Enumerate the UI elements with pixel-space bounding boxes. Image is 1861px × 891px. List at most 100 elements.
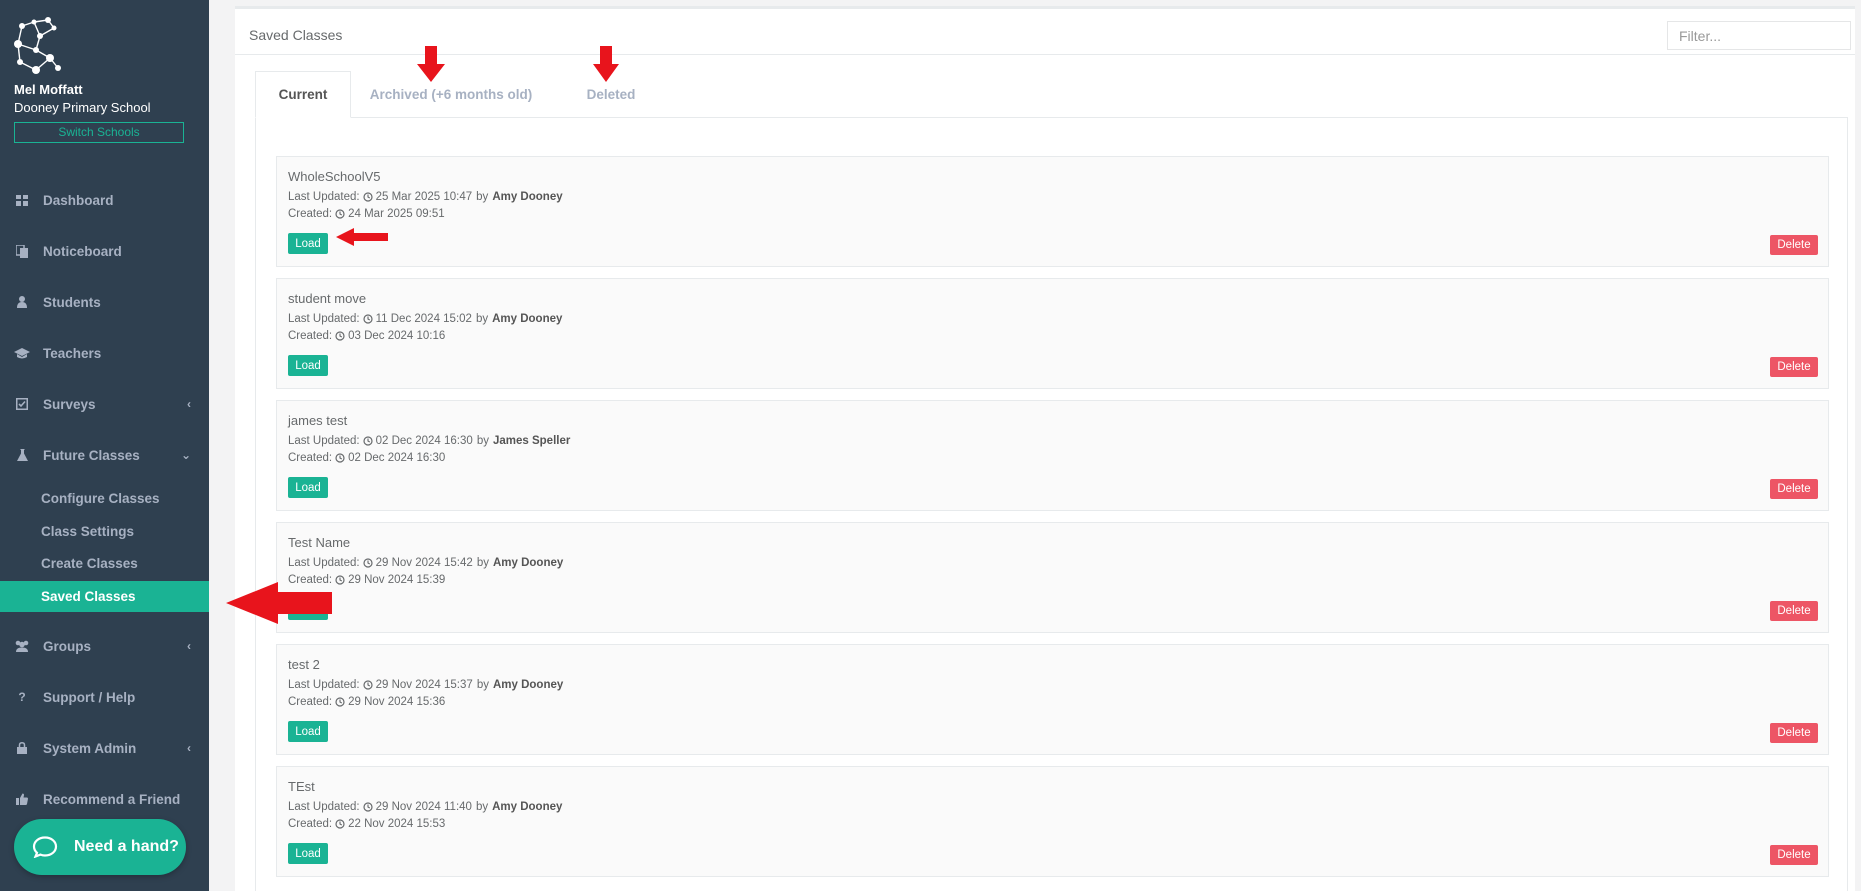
delete-button[interactable]: Delete xyxy=(1770,479,1818,499)
nav-groups[interactable]: Groups ‹ xyxy=(0,626,209,666)
tab-archived[interactable]: Archived (+6 months old) xyxy=(351,71,551,118)
delete-button[interactable]: Delete xyxy=(1770,235,1818,255)
clock-icon xyxy=(363,192,373,202)
clock-icon xyxy=(335,453,345,463)
chevron-left-icon: ‹ xyxy=(187,741,191,755)
clock-icon xyxy=(335,697,345,707)
created-value: 22 Nov 2024 15:53 xyxy=(348,818,446,830)
logo-icon xyxy=(14,17,61,74)
thumbs-up-icon xyxy=(12,793,32,805)
question-icon: ? xyxy=(18,690,26,704)
users-icon xyxy=(12,640,32,652)
nav-surveys[interactable]: Surveys ‹ xyxy=(0,384,209,424)
saved-class-name: student move xyxy=(288,291,367,306)
nav-label: Future Classes xyxy=(43,447,140,463)
chevron-left-icon: ‹ xyxy=(187,397,191,411)
annotation-arrow-left-icon xyxy=(336,228,388,246)
last-updated-line: Last Updated: 25 Mar 2025 10:47 by Amy Doon… xyxy=(288,191,563,203)
saved-class-name: test 2 xyxy=(288,657,320,672)
created-value: 03 Dec 2024 10:16 xyxy=(348,330,446,342)
load-button[interactable]: Load xyxy=(288,355,328,376)
saved-classes-list: WholeSchoolV5 Last Updated: 25 Mar 2025 10… xyxy=(255,118,1848,891)
nav-dashboard[interactable]: Dashboard xyxy=(0,180,209,220)
sidebar: Mel Moffatt Dooney Primary School Switch… xyxy=(0,0,209,891)
switch-schools-button[interactable]: Switch Schools xyxy=(14,122,184,143)
user-icon xyxy=(12,296,32,308)
dashboard-icon xyxy=(12,194,32,206)
tab-current[interactable]: Current xyxy=(255,71,351,118)
saved-class-name: WholeSchoolV5 xyxy=(288,169,381,184)
subnav-create-classes[interactable]: Create Classes xyxy=(0,548,209,579)
subnav-configure-classes[interactable]: Configure Classes xyxy=(0,483,209,514)
last-updated-label: Last Updated: xyxy=(288,679,360,691)
created-line: Created: 03 Dec 2024 10:16 xyxy=(288,330,445,342)
created-line: Created: 02 Dec 2024 16:30 xyxy=(288,452,445,464)
created-value: 29 Nov 2024 15:36 xyxy=(348,696,446,708)
subnav-class-settings[interactable]: Class Settings xyxy=(0,516,209,547)
last-updated-value: 29 Nov 2024 11:40 xyxy=(375,801,472,813)
nav-support-help[interactable]: ? Support / Help xyxy=(0,677,209,717)
nav-future-classes[interactable]: Future Classes ⌄ xyxy=(0,435,209,475)
annotation-arrow-down-icon xyxy=(417,46,445,82)
page-title: Saved Classes xyxy=(249,27,343,43)
saved-class-card: TEst Last Updated: 29 Nov 2024 11:40 by Amy … xyxy=(276,766,1829,877)
graduation-cap-icon xyxy=(12,347,32,359)
subnav-saved-classes[interactable]: Saved Classes xyxy=(0,581,209,612)
nav-label: Surveys xyxy=(43,396,96,412)
nav-label: System Admin xyxy=(43,740,137,756)
last-updated-value: 11 Dec 2024 15:02 xyxy=(375,313,472,325)
last-updated-label: Last Updated: xyxy=(288,801,360,813)
nav-system-admin[interactable]: System Admin ‹ xyxy=(0,728,209,768)
delete-button[interactable]: Delete xyxy=(1770,601,1818,621)
nav-noticeboard[interactable]: Noticeboard xyxy=(0,231,209,271)
chat-bubble-icon xyxy=(32,836,58,858)
updated-by-name: Amy Dooney xyxy=(492,313,563,325)
last-updated-label: Last Updated: xyxy=(288,313,360,325)
load-button[interactable]: Load xyxy=(288,721,328,742)
clock-icon xyxy=(335,575,345,585)
chevron-left-icon: ‹ xyxy=(187,639,191,653)
nav-students[interactable]: Students xyxy=(0,282,209,322)
noticeboard-icon xyxy=(12,244,32,258)
nav-recommend-a-friend[interactable]: Recommend a Friend xyxy=(0,779,209,819)
delete-button[interactable]: Delete xyxy=(1770,845,1818,865)
panel-header: Saved Classes xyxy=(235,9,1855,55)
by-label: by xyxy=(476,435,489,447)
created-value: 29 Nov 2024 15:39 xyxy=(348,574,446,586)
created-line: Created: 29 Nov 2024 15:36 xyxy=(288,696,445,708)
last-updated-line: Last Updated: 29 Nov 2024 15:42 by Amy Doon… xyxy=(288,557,563,569)
check-square-icon xyxy=(12,398,32,410)
load-button[interactable]: Load xyxy=(288,477,328,498)
clock-icon xyxy=(335,819,345,829)
created-value: 24 Mar 2025 09:51 xyxy=(348,208,445,220)
clock-icon xyxy=(363,802,373,812)
last-updated-line: Last Updated: 02 Dec 2024 16:30 by James Sp… xyxy=(288,435,570,447)
saved-class-card: james test Last Updated: 02 Dec 2024 16:30… xyxy=(276,400,1829,511)
filter-input[interactable] xyxy=(1667,21,1851,50)
clock-icon xyxy=(363,558,373,568)
updated-by-name: Amy Dooney xyxy=(492,191,563,203)
school-name: Dooney Primary School xyxy=(14,100,151,115)
updated-by-name: Amy Dooney xyxy=(492,557,564,569)
saved-class-name: TEst xyxy=(288,779,315,794)
saved-classes-panel: Saved Classes Current Archived (+6 month… xyxy=(235,6,1855,891)
nav-label: Support / Help xyxy=(43,689,136,705)
clock-icon xyxy=(363,680,373,690)
nav-teachers[interactable]: Teachers xyxy=(0,333,209,373)
created-value: 02 Dec 2024 16:30 xyxy=(348,452,446,464)
last-updated-line: Last Updated: 11 Dec 2024 15:02 by Amy Doon… xyxy=(288,313,562,325)
delete-button[interactable]: Delete xyxy=(1770,723,1818,743)
delete-button[interactable]: Delete xyxy=(1770,357,1818,377)
chevron-down-icon: ⌄ xyxy=(180,448,191,462)
last-updated-label: Last Updated: xyxy=(288,435,360,447)
nav-label: Noticeboard xyxy=(43,243,122,259)
updated-by-name: James Speller xyxy=(492,435,571,447)
load-button[interactable]: Load xyxy=(288,843,328,864)
clock-icon xyxy=(363,314,373,324)
saved-class-name: james test xyxy=(288,413,348,428)
need-a-hand-button[interactable]: Need a hand? xyxy=(14,819,186,875)
nav-label: Groups xyxy=(43,638,92,654)
last-updated-label: Last Updated: xyxy=(288,191,360,203)
by-label: by xyxy=(475,313,489,325)
load-button[interactable]: Load xyxy=(288,233,328,254)
